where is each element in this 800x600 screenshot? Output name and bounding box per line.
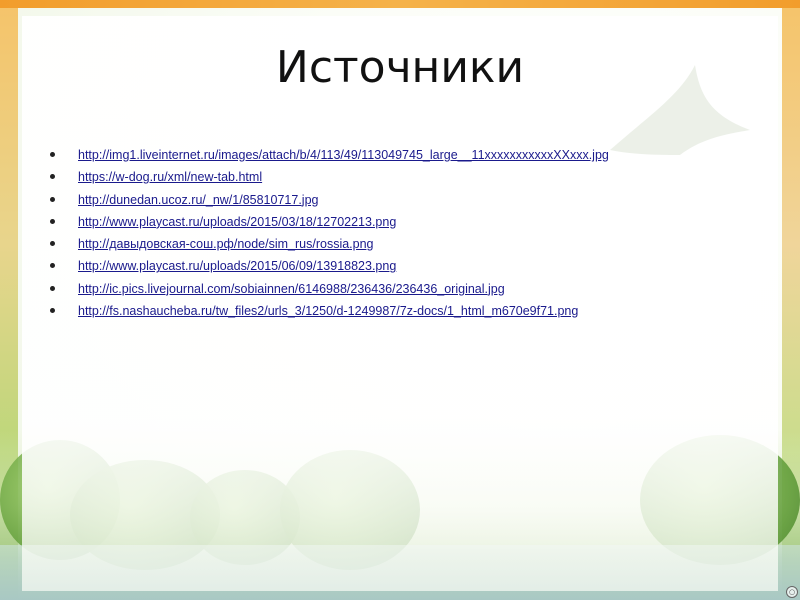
source-link[interactable]: http://www.playcast.ru/uploads/2015/06/0…: [78, 259, 396, 273]
top-accent-bar: [0, 0, 800, 8]
source-link[interactable]: http://давыдовская-сош.рф/node/sim_rus/r…: [78, 237, 374, 251]
bullet-icon: [50, 218, 55, 224]
source-link[interactable]: https://w-dog.ru/xml/new-tab.html: [78, 170, 262, 184]
source-link[interactable]: http://ic.pics.livejournal.com/sobiainne…: [78, 282, 505, 296]
source-link[interactable]: http://dunedan.ucoz.ru/_nw/1/85810717.jp…: [78, 193, 318, 207]
list-item: http://img1.liveinternet.ru/images/attac…: [50, 143, 609, 165]
bullet-icon: [50, 152, 55, 157]
list-item: http://dunedan.ucoz.ru/_nw/1/85810717.jp…: [50, 188, 609, 210]
source-link[interactable]: http://fs.nashaucheba.ru/tw_files2/urls_…: [78, 304, 578, 318]
list-item: http://ic.pics.livejournal.com/sobiainne…: [50, 277, 609, 299]
source-link[interactable]: http://www.playcast.ru/uploads/2015/03/1…: [78, 215, 396, 229]
page-title: Источники: [275, 42, 525, 93]
bullet-icon: [50, 174, 55, 180]
list-item: http://fs.nashaucheba.ru/tw_files2/urls_…: [50, 299, 609, 321]
list-item: http://www.playcast.ru/uploads/2015/06/0…: [50, 254, 609, 276]
list-item: http://давыдовская-сош.рф/node/sim_rus/r…: [50, 232, 609, 254]
list-item: http://www.playcast.ru/uploads/2015/03/1…: [50, 210, 609, 232]
bullet-icon: [50, 263, 55, 269]
bullet-icon: [50, 285, 55, 291]
slide-nav-icon[interactable]: ○: [786, 586, 798, 598]
bullet-icon: [50, 241, 55, 247]
list-item: https://w-dog.ru/xml/new-tab.html: [50, 165, 609, 187]
sources-list: http://img1.liveinternet.ru/images/attac…: [50, 143, 609, 321]
source-link[interactable]: http://img1.liveinternet.ru/images/attac…: [78, 148, 609, 162]
bullet-icon: [50, 308, 55, 314]
bullet-icon: [50, 196, 55, 202]
slide: Источники http://img1.liveinternet.ru/im…: [0, 0, 800, 600]
